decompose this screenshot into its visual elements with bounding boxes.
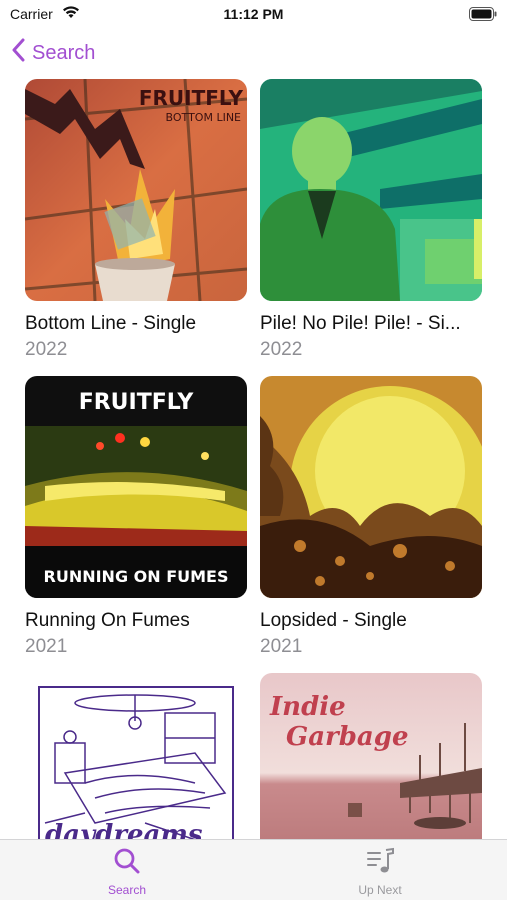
album-tile[interactable]: FRUITFLY RUNNING ON FUMES Running On Fum…: [25, 376, 247, 658]
album-artwork[interactable]: [260, 376, 482, 598]
chevron-left-icon: [12, 38, 26, 68]
album-tile[interactable]: Lopsided - Single 2021: [260, 376, 482, 658]
album-grid: FRUITFLY BOTTOM LINE Bottom Line - Singl…: [0, 79, 507, 839]
album-title: Running On Fumes: [25, 610, 190, 631]
album-artwork[interactable]: FRUITFLY RUNNING ON FUMES: [25, 376, 247, 598]
album-title: Bottom Line - Single: [25, 313, 197, 334]
tab-up-next[interactable]: Up Next: [320, 846, 440, 897]
album-artwork[interactable]: FRUITFLY BOTTOM LINE: [25, 79, 247, 301]
album-artwork[interactable]: Indie Garbage: [260, 673, 482, 839]
album-artwork[interactable]: [260, 79, 482, 301]
album-art-text: RUNNING ON FUMES: [44, 567, 229, 586]
back-button[interactable]: Search: [12, 38, 95, 68]
album-year: 2021: [260, 636, 303, 657]
tab-search[interactable]: Search: [67, 846, 187, 897]
search-icon: [112, 848, 142, 880]
album-year: 2022: [260, 339, 303, 360]
album-tile[interactable]: FRUITFLY BOTTOM LINE Bottom Line - Singl…: [25, 79, 247, 361]
album-art-text: daydreams: [45, 820, 203, 839]
album-art-text: Indie: [269, 692, 346, 722]
album-tile[interactable]: Indie Garbage: [260, 673, 482, 839]
album-tile[interactable]: Pile! No Pile! Pile! - Si... 2022: [260, 79, 482, 361]
album-year: 2022: [25, 339, 68, 360]
album-title: Lopsided - Single: [260, 610, 407, 631]
music-note-list-icon: [365, 847, 395, 880]
album-art-text: FRUITFLY: [139, 86, 244, 110]
tab-bar: Search Up Next: [0, 839, 507, 900]
navigation-bar: Search: [0, 34, 507, 74]
album-title: Pile! No Pile! Pile! - Si...: [260, 313, 461, 334]
album-tile[interactable]: daydreams: [25, 673, 247, 839]
album-art-text: FRUITFLY: [79, 390, 195, 415]
back-button-label: Search: [32, 41, 96, 64]
album-art-text: Garbage: [286, 722, 409, 752]
album-year: 2021: [25, 636, 68, 657]
tab-label: Search: [107, 883, 147, 897]
album-artwork[interactable]: daydreams: [25, 673, 247, 839]
clock: 11:12 PM: [223, 6, 284, 22]
battery-icon: [469, 7, 497, 26]
album-art-text: BOTTOM LINE: [166, 111, 242, 124]
tab-label: Up Next: [358, 883, 402, 897]
status-bar: Carrier 11:12 PM: [0, 0, 507, 30]
